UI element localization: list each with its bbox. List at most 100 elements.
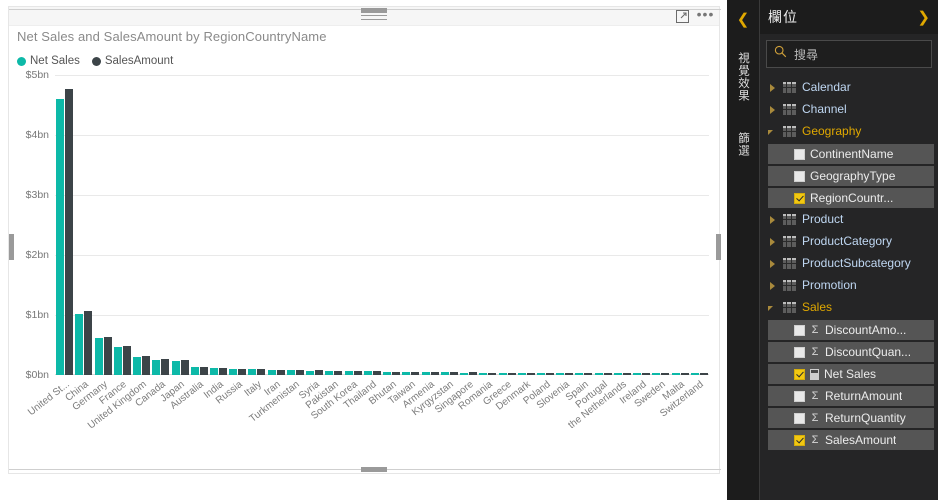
fields-table-row[interactable]: Sales <box>760 296 938 318</box>
fields-field-row[interactable]: Net Sales <box>768 364 934 384</box>
bar-group[interactable] <box>247 75 266 375</box>
bar-group[interactable] <box>190 75 209 375</box>
fields-field-row[interactable]: ΣReturnQuantity <box>768 408 934 428</box>
fields-table-row[interactable]: Geography <box>760 120 938 142</box>
right-rail[interactable]: ❮ 視覺效果 篩選 <box>727 0 759 500</box>
bar[interactable] <box>152 360 160 375</box>
chevron-right-icon[interactable]: ❯ <box>917 10 930 25</box>
field-checkbox[interactable] <box>794 193 805 204</box>
fields-table-row[interactable]: Calendar <box>760 76 938 98</box>
bar-group[interactable] <box>632 75 651 375</box>
bar[interactable] <box>65 89 73 375</box>
bar-group[interactable] <box>324 75 343 375</box>
bar-group[interactable] <box>267 75 286 375</box>
bar[interactable] <box>200 367 208 375</box>
field-checkbox[interactable] <box>794 435 805 446</box>
bar-group[interactable] <box>690 75 709 375</box>
bar-group[interactable] <box>151 75 170 375</box>
bar[interactable] <box>161 359 169 375</box>
bar[interactable] <box>345 371 353 375</box>
resize-handle-left[interactable] <box>9 234 14 260</box>
bar-group[interactable] <box>363 75 382 375</box>
field-checkbox[interactable] <box>794 325 805 336</box>
bar[interactable] <box>315 370 323 375</box>
bar[interactable] <box>383 372 391 375</box>
bar[interactable] <box>181 360 189 375</box>
fields-field-row[interactable]: ΣDiscountAmo... <box>768 320 934 340</box>
legend-item-sales-amount[interactable]: SalesAmount <box>92 55 173 67</box>
bar-group[interactable] <box>93 75 112 375</box>
bar[interactable] <box>248 369 256 375</box>
bar[interactable] <box>133 357 141 375</box>
bar[interactable] <box>469 372 477 375</box>
bar[interactable] <box>527 373 535 375</box>
bar-group[interactable] <box>555 75 574 375</box>
chevron-down-icon[interactable] <box>768 127 777 136</box>
bar[interactable] <box>229 369 237 375</box>
bar[interactable] <box>114 347 122 375</box>
chevron-right-icon[interactable] <box>768 105 777 114</box>
bar-group[interactable] <box>478 75 497 375</box>
bar[interactable] <box>488 373 496 375</box>
fields-table-row[interactable]: Promotion <box>760 274 938 296</box>
bar[interactable] <box>364 371 372 375</box>
bar[interactable] <box>614 373 622 375</box>
fields-field-row[interactable]: ΣReturnAmount <box>768 386 934 406</box>
fields-field-row[interactable]: ContinentName <box>768 144 934 164</box>
bar[interactable] <box>460 373 468 375</box>
bar-group[interactable] <box>459 75 478 375</box>
fields-field-row[interactable]: ΣSalesAmount <box>768 430 934 450</box>
bar[interactable] <box>508 373 516 375</box>
bar[interactable] <box>354 371 362 375</box>
chart-plot-area[interactable]: $0bn$1bn$2bn$3bn$4bn$5bn United St...Chi… <box>17 75 717 395</box>
bar[interactable] <box>392 372 400 375</box>
bar-group[interactable] <box>113 75 132 375</box>
bar[interactable] <box>325 371 333 375</box>
bar-group[interactable] <box>55 75 74 375</box>
bar-group[interactable] <box>228 75 247 375</box>
fields-field-row[interactable]: GeographyType <box>768 166 934 186</box>
field-checkbox[interactable] <box>794 369 805 380</box>
bar[interactable] <box>277 370 285 375</box>
bar[interactable] <box>584 373 592 375</box>
fields-table-row[interactable]: Product <box>760 208 938 230</box>
fields-tree[interactable]: CalendarChannelGeographyContinentNameGeo… <box>760 76 938 450</box>
bar[interactable] <box>306 371 314 376</box>
bar[interactable] <box>479 373 487 375</box>
chevron-down-icon[interactable] <box>768 303 777 312</box>
bar[interactable] <box>104 337 112 375</box>
bar[interactable] <box>661 373 669 375</box>
bar[interactable] <box>411 372 419 375</box>
report-canvas[interactable]: ••• Net Sales and SalesAmount by RegionC… <box>0 0 727 500</box>
bar-group[interactable] <box>574 75 593 375</box>
bar[interactable] <box>402 372 410 375</box>
field-checkbox[interactable] <box>794 391 805 402</box>
bar-group[interactable] <box>401 75 420 375</box>
bar[interactable] <box>75 314 83 375</box>
bar-group[interactable] <box>132 75 151 375</box>
fields-pane[interactable]: 欄位 ❯ 搜尋 CalendarChannelGeographyContinen… <box>759 0 938 500</box>
bar-group[interactable] <box>651 75 670 375</box>
chart-legend[interactable]: Net Sales SalesAmount <box>17 55 173 67</box>
fields-search-box[interactable]: 搜尋 <box>766 40 932 68</box>
fields-table-row[interactable]: ProductCategory <box>760 230 938 252</box>
bar[interactable] <box>450 372 458 375</box>
bar-group[interactable] <box>517 75 536 375</box>
chevron-right-icon[interactable] <box>768 281 777 290</box>
bar[interactable] <box>441 372 449 375</box>
bar-group[interactable] <box>594 75 613 375</box>
legend-item-net-sales[interactable]: Net Sales <box>17 55 80 67</box>
bar[interactable] <box>518 373 526 375</box>
bar[interactable] <box>691 373 699 375</box>
bar-group[interactable] <box>209 75 228 375</box>
bar[interactable] <box>681 373 689 375</box>
bar[interactable] <box>210 368 218 375</box>
bar-series-container[interactable] <box>55 75 709 375</box>
rail-visualizations-label[interactable]: 視覺效果 <box>735 52 751 102</box>
rail-filters-label[interactable]: 篩選 <box>735 132 751 157</box>
bar-group[interactable] <box>420 75 439 375</box>
bar[interactable] <box>623 373 631 375</box>
field-checkbox[interactable] <box>794 413 805 424</box>
bar-group[interactable] <box>286 75 305 375</box>
bar[interactable] <box>268 370 276 375</box>
